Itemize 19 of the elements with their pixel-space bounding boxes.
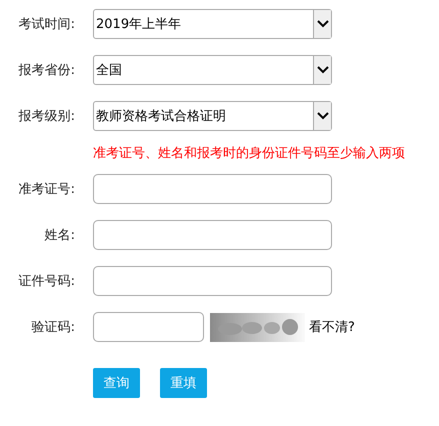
chevron-down-icon: [316, 20, 328, 28]
field-label: 验证码:: [30, 319, 75, 336]
dropdown[interactable]: 全国: [93, 55, 332, 85]
input-field[interactable]: [93, 220, 332, 250]
chevron-down-icon: [316, 112, 328, 120]
dropdown[interactable]: 2019年上半年: [93, 9, 332, 39]
field-label: 考试时间:: [18, 16, 75, 33]
input-field[interactable]: [93, 312, 204, 342]
field-label: 报考省份:: [18, 62, 75, 79]
field-label: 证件号码:: [18, 273, 75, 290]
hint-text: 准考证号、姓名和报考时的身份证件号码至少输入两项: [93, 145, 405, 162]
field-label: 报考级别:: [18, 108, 75, 125]
input-field[interactable]: [93, 174, 332, 204]
chevron-down-icon: [316, 66, 328, 74]
field-label: 准考证号:: [18, 181, 75, 198]
refresh-link[interactable]: 看不清?: [309, 318, 355, 336]
field-label: 姓名:: [44, 227, 75, 244]
dropdown[interactable]: 教师资格考试合格证明: [93, 101, 332, 131]
input-field[interactable]: [93, 266, 332, 296]
